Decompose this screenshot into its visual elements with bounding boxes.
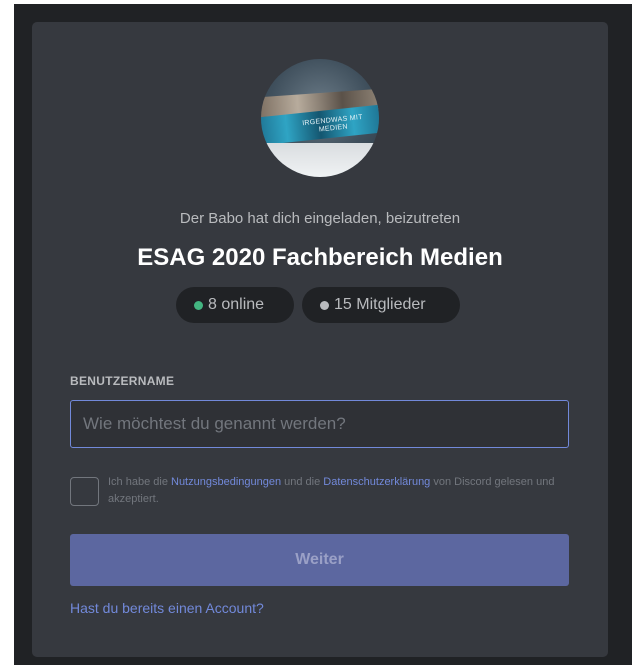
login-link[interactable]: Hast du bereits einen Account? [70,600,264,616]
member-count: 15 Mitglieder [334,296,426,313]
username-input[interactable] [70,400,569,448]
member-dot-icon [320,300,329,310]
member-count-pill: 15 Mitglieder [302,287,460,323]
username-label: BENUTZERNAME [70,374,175,388]
continue-button[interactable]: Weiter [70,534,569,586]
terms-of-service-link[interactable]: Nutzungsbedingungen [171,476,281,488]
invite-modal: IRGENDWAS MIT MEDIEN Der Babo hat dich e… [32,22,608,657]
privacy-policy-link[interactable]: Datenschutzerklärung [323,476,430,488]
inviter-text: Der Babo hat dich eingeladen, beizutrete… [179,210,461,227]
terms-checkbox[interactable] [70,477,99,506]
server-avatar: IRGENDWAS MIT MEDIEN [261,59,379,177]
online-dot-icon [194,300,203,310]
online-count: 8 online [208,296,265,313]
server-name: ESAG 2020 Fachbereich Medien [137,244,503,271]
online-count-pill: 8 online [176,287,294,323]
server-stats: 8 online 15 Mitglieder [176,287,460,323]
terms-text: Ich habe die Nutzungsbedingungen und die… [108,476,555,505]
